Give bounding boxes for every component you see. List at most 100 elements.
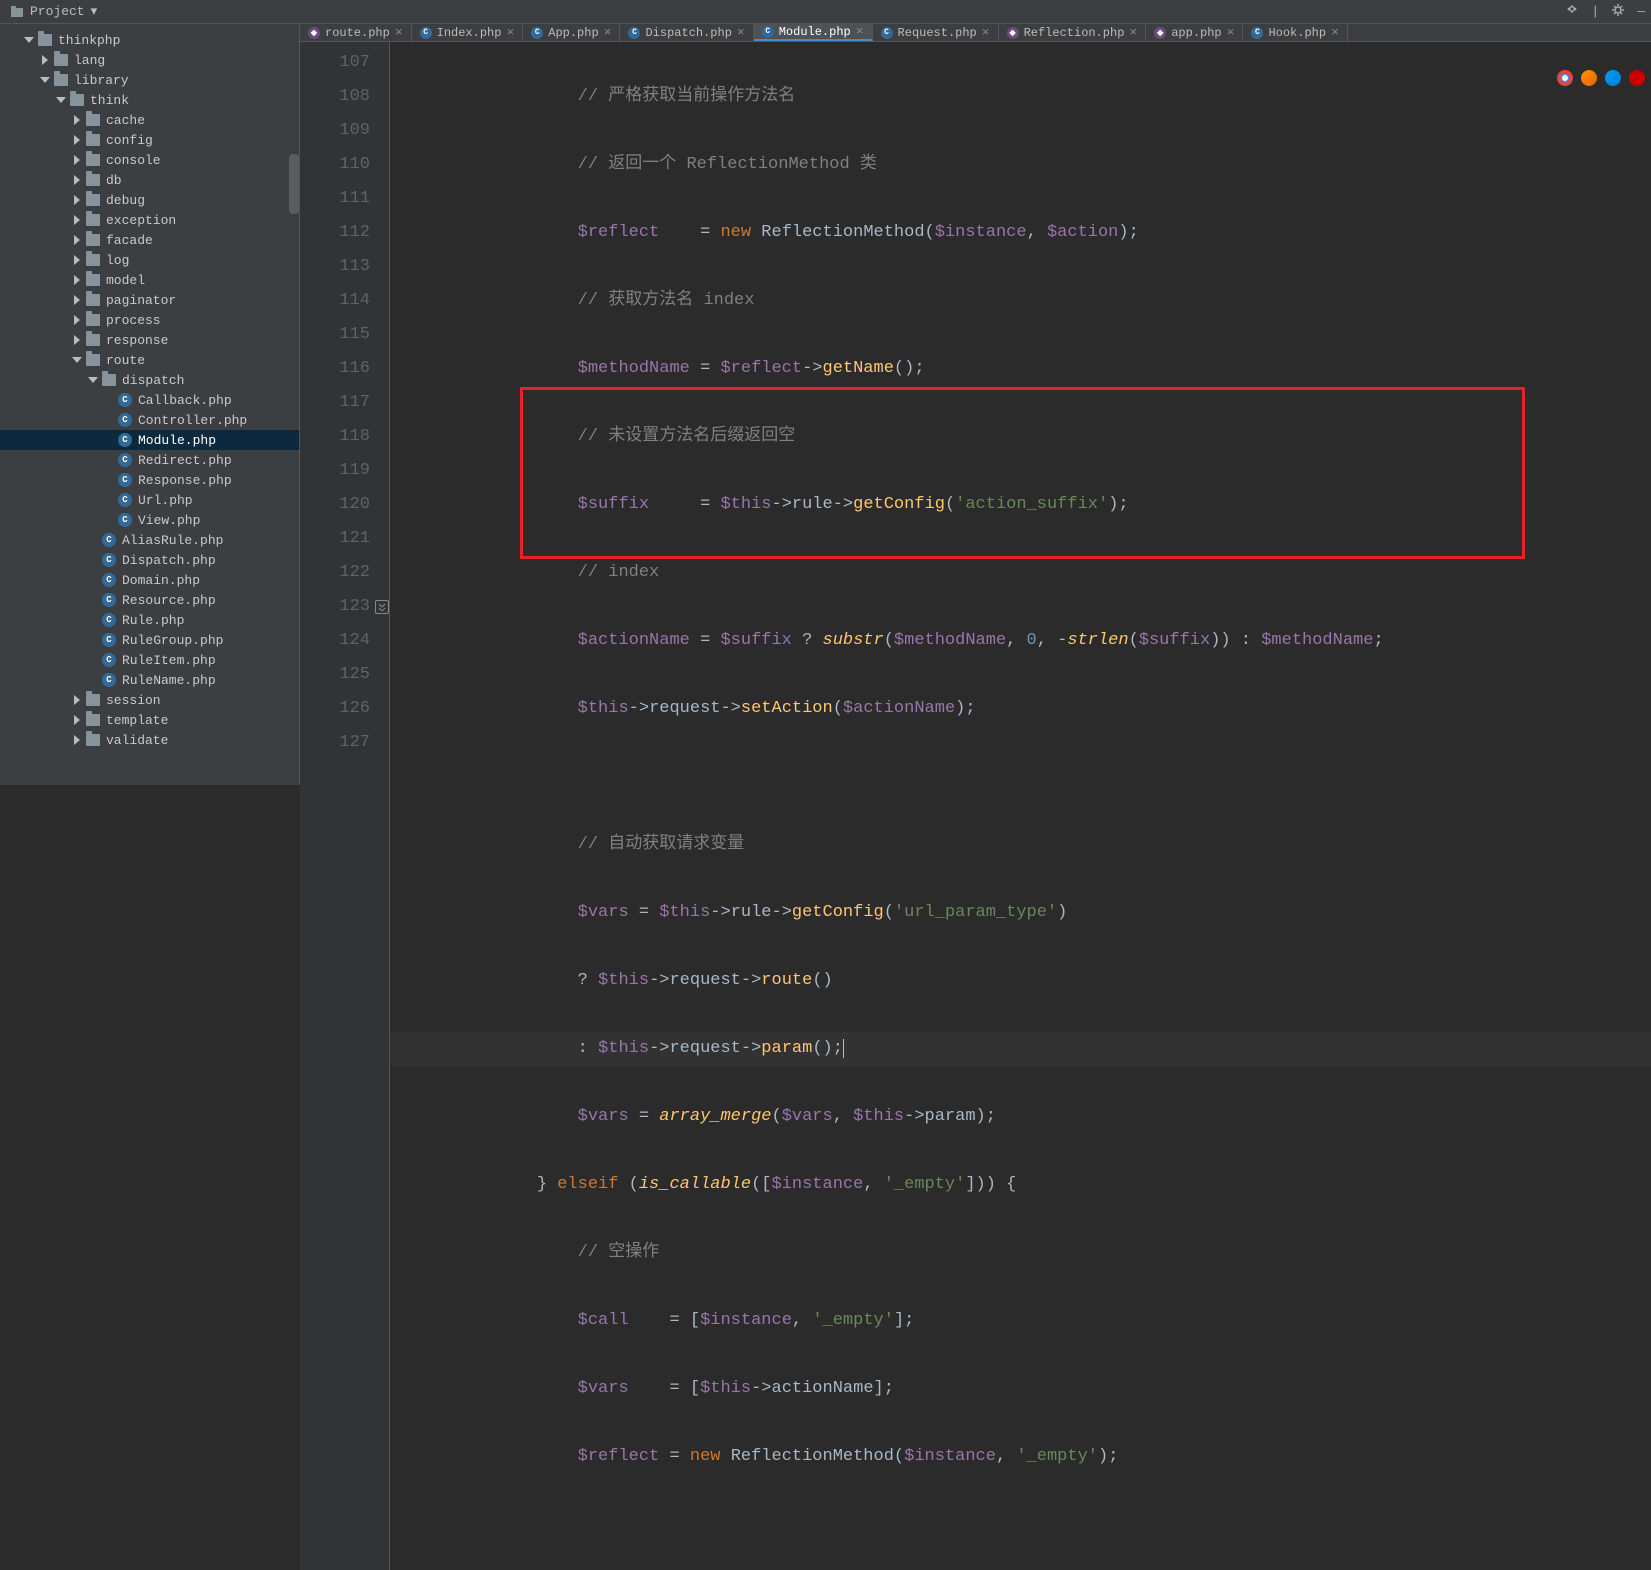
tree-item-debug[interactable]: debug	[0, 190, 299, 210]
tree-item-paginator[interactable]: paginator	[0, 290, 299, 310]
tree-item-rulename-php[interactable]: CRuleName.php	[0, 670, 299, 690]
tab-reflection-php[interactable]: ◆Reflection.php×	[999, 24, 1147, 41]
tree-item-label: thinkphp	[58, 33, 120, 48]
caret-icon	[72, 155, 82, 165]
close-icon[interactable]: ×	[856, 24, 864, 39]
tree-item-session[interactable]: session	[0, 690, 299, 710]
folder-icon	[86, 174, 100, 186]
php-file-icon: C	[102, 673, 116, 687]
caret-icon	[72, 175, 82, 185]
php-file-icon: C	[102, 573, 116, 587]
tree-item-rule-php[interactable]: CRule.php	[0, 610, 299, 630]
tree-item-label: AliasRule.php	[122, 533, 223, 548]
tree-item-config[interactable]: config	[0, 130, 299, 150]
chrome-icon[interactable]	[1557, 70, 1573, 86]
tree-item-aliasrule-php[interactable]: CAliasRule.php	[0, 530, 299, 550]
tree-item-think[interactable]: think	[0, 90, 299, 110]
tree-item-url-php[interactable]: C Url.php	[0, 490, 299, 510]
tree-item-redirect-php[interactable]: CRedirect.php	[0, 450, 299, 470]
tree-item-controller-php[interactable]: CController.php	[0, 410, 299, 430]
php-file-icon: C	[628, 27, 640, 39]
tab-module-php[interactable]: CModule.php×	[754, 24, 873, 41]
folder-icon	[86, 114, 100, 126]
tree-item-response[interactable]: response	[0, 330, 299, 350]
close-icon[interactable]: ×	[506, 25, 514, 40]
tab-app-php[interactable]: CApp.php×	[523, 24, 620, 41]
php-file-icon: C	[420, 27, 432, 39]
php-file-icon: C	[118, 433, 132, 447]
tab-hook-php[interactable]: CHook.php×	[1243, 24, 1347, 41]
tree-item-validate[interactable]: validate	[0, 730, 299, 750]
text-cursor	[843, 1039, 844, 1058]
tab-route-php[interactable]: ◆route.php×	[300, 24, 412, 41]
tree-item-library[interactable]: library	[0, 70, 299, 90]
close-icon[interactable]: ×	[1331, 25, 1339, 40]
tree-item-label: debug	[106, 193, 145, 208]
tree-item-label: validate	[106, 733, 168, 748]
close-icon[interactable]: ×	[1227, 25, 1235, 40]
close-icon[interactable]: ×	[737, 25, 745, 40]
tree-item-dispatch-php[interactable]: CDispatch.php	[0, 550, 299, 570]
tree-item-route[interactable]: route	[0, 350, 299, 370]
caret-icon	[72, 295, 82, 305]
tree-item-label: Url.php	[138, 493, 193, 508]
tree-item-lang[interactable]: lang	[0, 50, 299, 70]
tab-request-php[interactable]: CRequest.php×	[873, 24, 999, 41]
php-file-icon: C	[118, 493, 132, 507]
tree-item-label: process	[106, 313, 161, 328]
tree-item-rulegroup-php[interactable]: CRuleGroup.php	[0, 630, 299, 650]
close-icon[interactable]: ×	[395, 25, 403, 40]
tree-item-label: config	[106, 133, 153, 148]
tree-item-label: View.php	[138, 513, 200, 528]
tree-item-facade[interactable]: facade	[0, 230, 299, 250]
tree-item-label: RuleGroup.php	[122, 633, 223, 648]
opera-icon[interactable]	[1629, 70, 1645, 86]
close-icon[interactable]: ×	[982, 25, 990, 40]
tree-item-label: Redirect.php	[138, 453, 232, 468]
folder-icon	[86, 134, 100, 146]
tree-item-log[interactable]: log	[0, 250, 299, 270]
tree-item-domain-php[interactable]: CDomain.php	[0, 570, 299, 590]
tree-item-cache[interactable]: cache	[0, 110, 299, 130]
php-file-icon: ◆	[308, 27, 320, 39]
line-number: 118	[300, 420, 370, 454]
tab-index-php[interactable]: CIndex.php×	[412, 24, 524, 41]
php-file-icon: C	[881, 27, 893, 39]
tree-item-thinkphp[interactable]: thinkphp	[0, 30, 299, 50]
line-number: 112	[300, 216, 370, 250]
tree-item-label: Rule.php	[122, 613, 184, 628]
code-editor[interactable]: 1071081091101111121131141151161171181191…	[300, 42, 1651, 1570]
safari-icon[interactable]	[1605, 70, 1621, 86]
tree-item-label: Dispatch.php	[122, 553, 216, 568]
sidebar-scrollbar[interactable]	[289, 154, 299, 214]
tab-dispatch-php[interactable]: CDispatch.php×	[620, 24, 753, 41]
tree-item-console[interactable]: console	[0, 150, 299, 170]
tree-item-ruleitem-php[interactable]: CRuleItem.php	[0, 650, 299, 670]
collapse-icon[interactable]	[1559, 3, 1585, 21]
project-dropdown[interactable]: Project ▾	[0, 0, 107, 23]
tree-item-view-php[interactable]: CView.php	[0, 510, 299, 530]
tree-item-template[interactable]: template	[0, 710, 299, 730]
php-file-icon: C	[1251, 27, 1263, 39]
tree-item-dispatch[interactable]: dispatch	[0, 370, 299, 390]
tree-item-response-php[interactable]: CResponse.php	[0, 470, 299, 490]
close-icon[interactable]: ×	[1129, 25, 1137, 40]
tree-item-label: model	[106, 273, 145, 288]
tree-item-module-php[interactable]: CModule.php	[0, 430, 299, 450]
tree-item-model[interactable]: model	[0, 270, 299, 290]
minimize-icon[interactable]: —	[1631, 4, 1651, 19]
fold-marker[interactable]	[375, 600, 389, 614]
gear-icon[interactable]	[1605, 3, 1631, 21]
tree-item-db[interactable]: db	[0, 170, 299, 190]
tree-item-process[interactable]: process	[0, 310, 299, 330]
line-number: 110	[300, 148, 370, 182]
close-icon[interactable]: ×	[604, 25, 612, 40]
caret-icon	[72, 715, 82, 725]
tree-item-callback-php[interactable]: CCallback.php	[0, 390, 299, 410]
firefox-icon[interactable]	[1581, 70, 1597, 86]
line-number: 125	[300, 658, 370, 692]
tab-app-php[interactable]: ◆app.php×	[1146, 24, 1243, 41]
tree-item-exception[interactable]: exception	[0, 210, 299, 230]
line-number: 124	[300, 624, 370, 658]
tree-item-resource-php[interactable]: CResource.php	[0, 590, 299, 610]
